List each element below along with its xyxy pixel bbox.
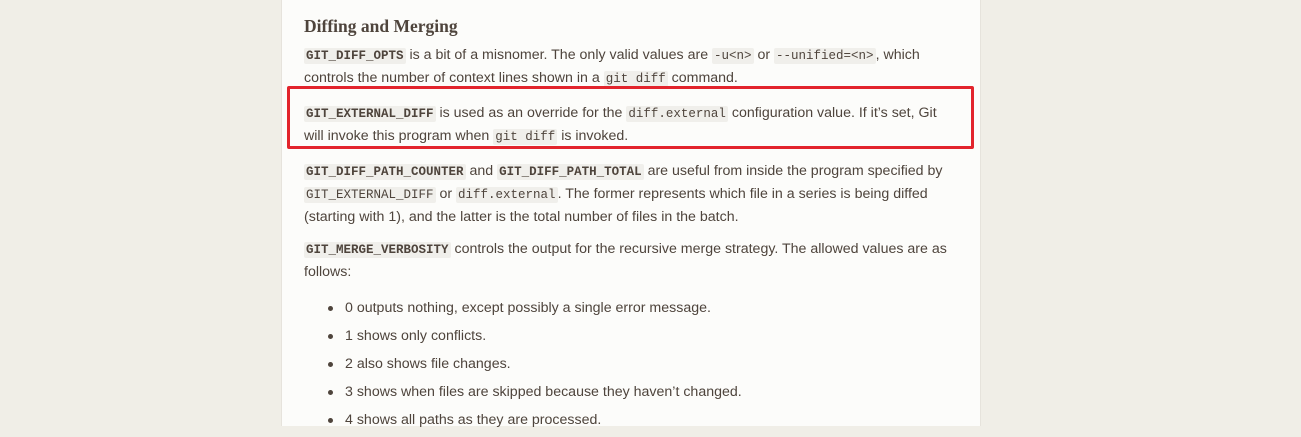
paragraph-text: is a bit of a misnomer. The only valid v… (405, 47, 713, 63)
inline-code: --unified=<n> (774, 48, 876, 64)
list-item-text: 1 shows only conflicts. (345, 328, 487, 344)
env-var-code: GIT_MERGE_VERBOSITY (304, 242, 451, 258)
verbosity-list: 0 outputs nothing, except possibly a sin… (304, 297, 954, 431)
article-body: Diffing and Merging GIT_DIFF_OPTS is a b… (304, 14, 954, 437)
env-var-code: GIT_EXTERNAL_DIFF (304, 106, 436, 122)
paragraph-text: command. (667, 70, 738, 86)
content-panel: Diffing and Merging GIT_DIFF_OPTS is a b… (281, 0, 981, 428)
list-item: 1 shows only conflicts. (328, 325, 954, 347)
paragraph-text: is invoked. (557, 128, 629, 144)
inline-code: diff.external (456, 187, 558, 203)
paragraph-text: are useful from inside the program speci… (643, 163, 943, 179)
paragraph-text: or (435, 186, 457, 202)
list-item-text: 2 also shows file changes. (345, 356, 511, 372)
list-item-text: 3 shows when files are skipped because t… (345, 384, 742, 400)
list-item-text: 0 outputs nothing, except possibly a sin… (345, 300, 711, 316)
list-item: 0 outputs nothing, except possibly a sin… (328, 297, 954, 319)
paragraph-diff-path-counter: GIT_DIFF_PATH_COUNTER and GIT_DIFF_PATH_… (304, 160, 954, 228)
env-var-code: GIT_DIFF_PATH_COUNTER (304, 164, 466, 180)
paragraph-git-diff-opts: GIT_DIFF_OPTS is a bit of a misnomer. Th… (304, 44, 954, 90)
section-heading: Diffing and Merging (304, 16, 458, 36)
paragraph-text: or (753, 47, 775, 63)
list-item: 4 shows all paths as they are processed. (328, 409, 954, 431)
env-var-code: GIT_DIFF_OPTS (304, 48, 406, 64)
paragraph-text: and (465, 163, 498, 179)
bullet-icon (328, 306, 333, 311)
paragraph-text: is used as an override for the (435, 105, 627, 121)
inline-code: git diff (493, 129, 558, 145)
bullet-icon (328, 362, 333, 367)
paragraph-merge-verbosity: GIT_MERGE_VERBOSITY controls the output … (304, 238, 954, 283)
bullet-icon (328, 334, 333, 339)
bullet-icon (328, 418, 333, 423)
inline-code: diff.external (626, 106, 728, 122)
env-var-code: GIT_DIFF_PATH_TOTAL (497, 164, 644, 180)
list-item: 2 also shows file changes. (328, 353, 954, 375)
bullet-icon (328, 390, 333, 395)
paragraph-git-external-diff: GIT_EXTERNAL_DIFF is used as an override… (304, 102, 954, 148)
inline-code: -u<n> (712, 48, 754, 64)
list-item: 3 shows when files are skipped because t… (328, 381, 954, 403)
inline-code: GIT_EXTERNAL_DIFF (304, 187, 436, 203)
inline-code: git diff (603, 71, 668, 87)
